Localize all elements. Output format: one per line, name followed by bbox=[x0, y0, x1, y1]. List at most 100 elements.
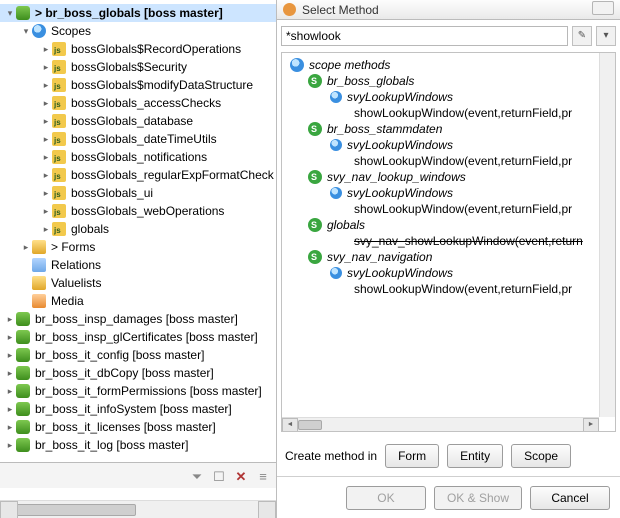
tree-item-module[interactable]: br_boss_it_licenses [boss master] bbox=[0, 418, 276, 436]
method-item[interactable]: showLookupWindow(event,returnField,pr bbox=[286, 201, 599, 217]
tree-label: br_boss_it_licenses [boss master] bbox=[33, 419, 216, 435]
tree-item-scope[interactable]: bossGlobals_regularExpFormatCheck bbox=[0, 166, 276, 184]
twisty-icon[interactable] bbox=[4, 7, 16, 19]
globe-icon bbox=[330, 187, 342, 199]
tree-item-module[interactable]: br_boss_it_formPermissions [boss master] bbox=[0, 382, 276, 400]
open-icon[interactable]: ☐ bbox=[212, 469, 226, 483]
method-item[interactable]: showLookupWindow(event,returnField,pr bbox=[286, 153, 599, 169]
tree-item-media[interactable]: Media bbox=[0, 292, 276, 310]
tree-label: Valuelists bbox=[49, 275, 101, 291]
tree-item-scope[interactable]: bossGlobals$modifyDataStructure bbox=[0, 76, 276, 94]
tree-item-scope[interactable]: bossGlobals$Security bbox=[0, 58, 276, 76]
scrollbar-thumb[interactable] bbox=[16, 504, 136, 516]
tree-label: bossGlobals$RecordOperations bbox=[69, 41, 241, 57]
twisty-icon[interactable] bbox=[40, 43, 52, 55]
tree-item-scope[interactable]: globals bbox=[0, 220, 276, 238]
tree-item-scope[interactable]: bossGlobals$RecordOperations bbox=[0, 40, 276, 58]
tree-item-scope[interactable]: bossGlobals_accessChecks bbox=[0, 94, 276, 112]
scrollbar-thumb[interactable] bbox=[298, 420, 322, 430]
tree-item-scopes[interactable]: Scopes bbox=[0, 22, 276, 40]
ok-button[interactable]: OK bbox=[346, 486, 426, 510]
twisty-icon[interactable] bbox=[40, 115, 52, 127]
method-item[interactable]: showLookupWindow(event,returnField,pr bbox=[286, 105, 599, 121]
horizontal-scrollbar[interactable] bbox=[282, 417, 599, 431]
twisty-icon[interactable] bbox=[4, 367, 16, 379]
clear-icon[interactable]: ✕ bbox=[234, 469, 248, 483]
twisty-icon[interactable] bbox=[40, 151, 52, 163]
search-input[interactable] bbox=[281, 26, 568, 46]
twisty-icon[interactable] bbox=[4, 421, 16, 433]
module-icon bbox=[16, 420, 30, 434]
tree-item-scope[interactable]: bossGlobals_webOperations bbox=[0, 202, 276, 220]
module-icon bbox=[16, 330, 30, 344]
tree-item-scope[interactable]: bossGlobals_database bbox=[0, 112, 276, 130]
twisty-icon[interactable] bbox=[4, 403, 16, 415]
twisty-icon[interactable] bbox=[4, 385, 16, 397]
menu-icon[interactable]: ≡ bbox=[256, 469, 270, 483]
twisty-icon[interactable] bbox=[4, 331, 16, 343]
create-in-entity-button[interactable]: Entity bbox=[447, 444, 503, 468]
tree-item-forms[interactable]: > Forms bbox=[0, 238, 276, 256]
tree-label: br_boss_it_log [boss master] bbox=[33, 437, 188, 453]
twisty-icon[interactable] bbox=[40, 223, 52, 235]
tree-label: svyLookupWindows bbox=[345, 185, 453, 201]
tree-item-module[interactable]: br_boss_it_config [boss master] bbox=[0, 346, 276, 364]
scope-group[interactable]: br_boss_stammdaten bbox=[286, 121, 599, 137]
twisty-icon[interactable] bbox=[4, 439, 16, 451]
horizontal-scrollbar[interactable] bbox=[0, 500, 276, 518]
minimize-button[interactable] bbox=[592, 1, 614, 15]
method-item-deprecated[interactable]: svy_nav_showLookupWindow(event,return bbox=[286, 233, 599, 249]
filter-icon[interactable]: ⏷ bbox=[190, 469, 204, 483]
twisty-icon[interactable] bbox=[40, 61, 52, 73]
dialog-titlebar[interactable]: Select Method bbox=[277, 0, 620, 20]
tree-label: br_boss_it_infoSystem [boss master] bbox=[33, 401, 232, 417]
twisty-icon[interactable] bbox=[40, 133, 52, 145]
tree-item-valuelists[interactable]: Valuelists bbox=[0, 274, 276, 292]
twisty-icon[interactable] bbox=[20, 241, 32, 253]
tree-item-module[interactable]: br_boss_it_infoSystem [boss master] bbox=[0, 400, 276, 418]
tree-item-relations[interactable]: Relations bbox=[0, 256, 276, 274]
scope-child[interactable]: svyLookupWindows bbox=[286, 137, 599, 153]
tree-label: br_boss_insp_damages [boss master] bbox=[33, 311, 238, 327]
twisty-icon[interactable] bbox=[4, 349, 16, 361]
project-tree[interactable]: > br_boss_globals [boss master] Scopes b… bbox=[0, 0, 276, 470]
method-item[interactable]: showLookupWindow(event,returnField,pr bbox=[286, 281, 599, 297]
dialog-title: Select Method bbox=[302, 3, 584, 17]
scope-group[interactable]: br_boss_globals bbox=[286, 73, 599, 89]
vertical-scrollbar[interactable] bbox=[599, 53, 615, 417]
scope-icon bbox=[52, 168, 66, 182]
tree-item-module[interactable]: br_boss_insp_damages [boss master] bbox=[0, 310, 276, 328]
methods-tree[interactable]: scope methods br_boss_globals svyLookupW… bbox=[282, 53, 599, 417]
tree-label: br_boss_it_dbCopy [boss master] bbox=[33, 365, 214, 381]
scope-group[interactable]: svy_nav_navigation bbox=[286, 249, 599, 265]
module-icon bbox=[16, 312, 30, 326]
twisty-icon[interactable] bbox=[20, 25, 32, 37]
scope-child[interactable]: svyLookupWindows bbox=[286, 89, 599, 105]
tree-item-module[interactable]: br_boss_it_log [boss master] bbox=[0, 436, 276, 454]
tree-label: scope methods bbox=[307, 57, 390, 73]
create-in-scope-button[interactable]: Scope bbox=[511, 444, 571, 468]
scope-child[interactable]: svyLookupWindows bbox=[286, 265, 599, 281]
create-in-form-button[interactable]: Form bbox=[385, 444, 439, 468]
edit-icon[interactable]: ✎ bbox=[572, 26, 592, 46]
scope-methods-root[interactable]: scope methods bbox=[286, 57, 599, 73]
twisty-icon[interactable] bbox=[40, 187, 52, 199]
tree-item-scope[interactable]: bossGlobals_ui bbox=[0, 184, 276, 202]
dropdown-icon[interactable]: ▾ bbox=[596, 26, 616, 46]
ok-and-show-button[interactable]: OK & Show bbox=[434, 486, 522, 510]
twisty-icon[interactable] bbox=[40, 97, 52, 109]
twisty-icon[interactable] bbox=[40, 205, 52, 217]
scope-group[interactable]: globals bbox=[286, 217, 599, 233]
cancel-button[interactable]: Cancel bbox=[530, 486, 610, 510]
twisty-icon[interactable] bbox=[40, 169, 52, 181]
tree-item-scope[interactable]: bossGlobals_notifications bbox=[0, 148, 276, 166]
tree-item-br-boss-globals-root[interactable]: > br_boss_globals [boss master] bbox=[0, 4, 276, 22]
tree-item-scope[interactable]: bossGlobals_dateTimeUtils bbox=[0, 130, 276, 148]
twisty-icon[interactable] bbox=[40, 79, 52, 91]
twisty-icon[interactable] bbox=[4, 313, 16, 325]
tree-item-module[interactable]: br_boss_it_dbCopy [boss master] bbox=[0, 364, 276, 382]
scope-child[interactable]: svyLookupWindows bbox=[286, 185, 599, 201]
scope-group[interactable]: svy_nav_lookup_windows bbox=[286, 169, 599, 185]
tree-label: bossGlobals_notifications bbox=[69, 149, 207, 165]
tree-item-module[interactable]: br_boss_insp_glCertificates [boss master… bbox=[0, 328, 276, 346]
